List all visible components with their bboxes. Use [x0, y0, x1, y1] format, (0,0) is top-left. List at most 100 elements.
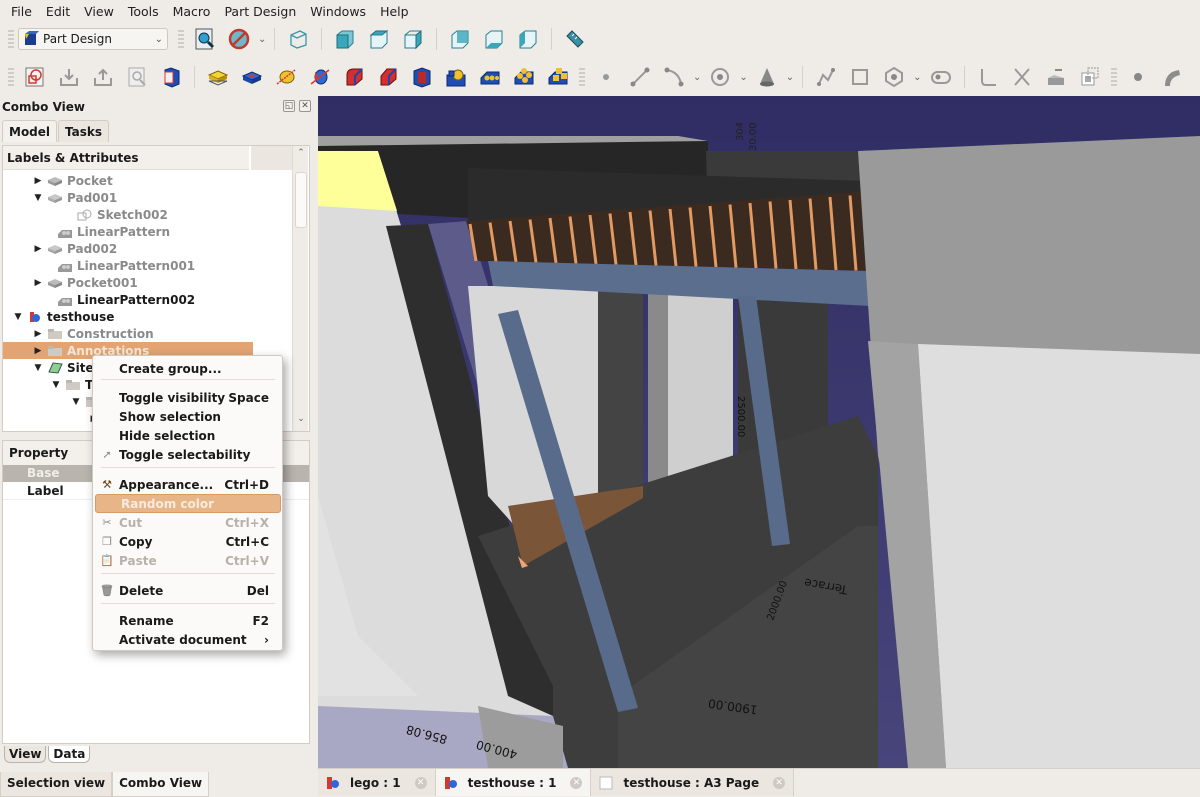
measure-icon[interactable]	[560, 24, 590, 54]
rear-view-icon[interactable]	[445, 24, 475, 54]
polygon-icon[interactable]	[879, 62, 909, 92]
fit-all-icon[interactable]	[190, 24, 220, 54]
collapse-arrow-icon[interactable]: ▼	[13, 312, 23, 322]
menu-tools[interactable]: Tools	[121, 4, 166, 19]
tree-item[interactable]: LinearPattern002	[3, 291, 293, 308]
front-view-icon[interactable]	[330, 24, 360, 54]
pad-icon[interactable]	[203, 62, 233, 92]
linear-pattern-icon[interactable]	[475, 62, 505, 92]
3d-viewport[interactable]: 1900.00 400.00 856.08 2000.00 2500.00 Te…	[318, 96, 1200, 768]
menu-item-copy[interactable]: ❐ Copy Ctrl+C	[94, 532, 281, 551]
polyline-icon[interactable]	[811, 62, 841, 92]
toolbar-grip[interactable]	[1110, 68, 1117, 86]
construction-icon[interactable]	[1075, 62, 1105, 92]
fillet-icon[interactable]	[339, 62, 369, 92]
fillet-sketch-icon[interactable]	[973, 62, 1003, 92]
expand-arrow-icon[interactable]: ▶	[33, 278, 43, 288]
constraint-curve-icon[interactable]	[1157, 62, 1187, 92]
menu-view[interactable]: View	[77, 4, 121, 19]
tree-item[interactable]: ▶ Pocket001	[3, 274, 293, 291]
menu-item-paste[interactable]: 📋 Paste Ctrl+V	[94, 551, 281, 570]
draft-icon[interactable]	[407, 62, 437, 92]
toolbar-grip[interactable]	[579, 68, 585, 86]
menu-windows[interactable]: Windows	[303, 4, 373, 19]
left-view-icon[interactable]	[513, 24, 543, 54]
import-icon[interactable]	[54, 62, 84, 92]
tree-item[interactable]: ▶ Pad002	[3, 240, 293, 257]
export-icon[interactable]	[88, 62, 118, 92]
doc-tab-testhouse[interactable]: testhouse : 1 ✕	[435, 769, 592, 796]
menu-item-appearance[interactable]: ⚒ Appearance... Ctrl+D	[94, 475, 281, 494]
expand-arrow-icon[interactable]: ▶	[33, 329, 43, 339]
draw-style-icon[interactable]	[224, 24, 254, 54]
groove-icon[interactable]	[305, 62, 335, 92]
trim-icon[interactable]	[1007, 62, 1037, 92]
toolbar-grip[interactable]	[178, 30, 184, 48]
chamfer-icon[interactable]	[373, 62, 403, 92]
chevron-down-icon[interactable]: ⌄	[913, 72, 921, 83]
scroll-up-icon[interactable]: ⌃	[295, 148, 307, 162]
slot-icon[interactable]	[926, 62, 956, 92]
close-tab-icon[interactable]: ✕	[773, 776, 786, 789]
isometric-view-icon[interactable]	[283, 24, 313, 54]
close-icon[interactable]: ✕	[299, 100, 311, 112]
expand-arrow-icon[interactable]: ▶	[33, 176, 43, 186]
arc-icon[interactable]	[659, 62, 689, 92]
collapse-arrow-icon[interactable]: ▼	[71, 397, 81, 407]
constraint-point-icon[interactable]	[1123, 62, 1153, 92]
menu-help[interactable]: Help	[373, 4, 416, 19]
pocket-icon[interactable]	[237, 62, 267, 92]
tree-item[interactable]: Sketch002	[3, 206, 293, 223]
tab-combo-view[interactable]: Combo View	[112, 772, 210, 797]
mirrored-icon[interactable]	[441, 62, 471, 92]
menu-item-show-selection[interactable]: Show selection	[94, 407, 281, 426]
tab-tasks[interactable]: Tasks	[58, 120, 110, 142]
tree-item[interactable]: LinearPattern001	[3, 257, 293, 274]
multitransform-icon[interactable]	[543, 62, 573, 92]
create-sketch-icon[interactable]	[122, 62, 152, 92]
collapse-arrow-icon[interactable]: ▼	[33, 193, 43, 203]
external-geometry-icon[interactable]	[1041, 62, 1071, 92]
workbench-selector[interactable]: Part Design ⌄	[18, 28, 168, 50]
menu-item-activate-document[interactable]: Activate document ›	[94, 630, 281, 649]
menu-item-delete[interactable]: 🗑 Delete Del	[94, 581, 281, 600]
menu-item-cut[interactable]: ✂ Cut Ctrl+X	[94, 513, 281, 532]
tree-item[interactable]: ▶ Construction	[3, 325, 293, 342]
chevron-down-icon[interactable]: ⌄	[739, 72, 747, 83]
tree-scrollbar[interactable]: ⌃ ⌄	[292, 146, 308, 431]
scroll-down-icon[interactable]: ⌄	[295, 414, 307, 428]
float-icon[interactable]: ◱	[283, 100, 295, 112]
chevron-down-icon[interactable]: ⌄	[258, 34, 266, 45]
collapse-arrow-icon[interactable]: ▼	[51, 380, 61, 390]
tab-selection-view[interactable]: Selection view	[0, 772, 113, 797]
menu-item-rename[interactable]: Rename F2	[94, 611, 281, 630]
tree-item[interactable]: LinearPattern	[3, 223, 293, 240]
line-icon[interactable]	[625, 62, 655, 92]
polar-pattern-icon[interactable]	[509, 62, 539, 92]
toolbar-grip[interactable]	[8, 68, 14, 86]
bottom-view-icon[interactable]	[479, 24, 509, 54]
doc-tab-lego[interactable]: lego : 1 ✕	[318, 769, 436, 796]
create-body-icon[interactable]	[20, 62, 50, 92]
tree-item[interactable]: ▼ testhouse	[3, 308, 293, 325]
right-view-icon[interactable]	[398, 24, 428, 54]
tree-item[interactable]: ▼ Pad001	[3, 189, 293, 206]
menu-item-hide-selection[interactable]: Hide selection	[94, 426, 281, 445]
menu-part-design[interactable]: Part Design	[217, 4, 303, 19]
menu-item-random-color[interactable]: Random color	[95, 494, 281, 513]
menu-item-create-group[interactable]: Create group...	[94, 359, 281, 378]
menu-edit[interactable]: Edit	[39, 4, 77, 19]
toolbar-grip[interactable]	[8, 30, 14, 48]
close-tab-icon[interactable]: ✕	[570, 776, 583, 789]
expand-arrow-icon[interactable]: ▶	[33, 244, 43, 254]
menu-item-toggle-selectability[interactable]: ➚ Toggle selectability	[94, 445, 281, 464]
close-tab-icon[interactable]: ✕	[414, 776, 427, 789]
menu-item-toggle-visibility[interactable]: Toggle visibility Space	[94, 388, 281, 407]
menu-macro[interactable]: Macro	[166, 4, 218, 19]
menu-file[interactable]: File	[4, 4, 39, 19]
top-view-icon[interactable]	[364, 24, 394, 54]
tree-item[interactable]: ▶ Pocket	[3, 172, 293, 189]
chevron-down-icon[interactable]: ⌄	[786, 72, 794, 83]
chevron-down-icon[interactable]: ⌄	[693, 72, 701, 83]
validate-sketch-icon[interactable]	[156, 62, 186, 92]
